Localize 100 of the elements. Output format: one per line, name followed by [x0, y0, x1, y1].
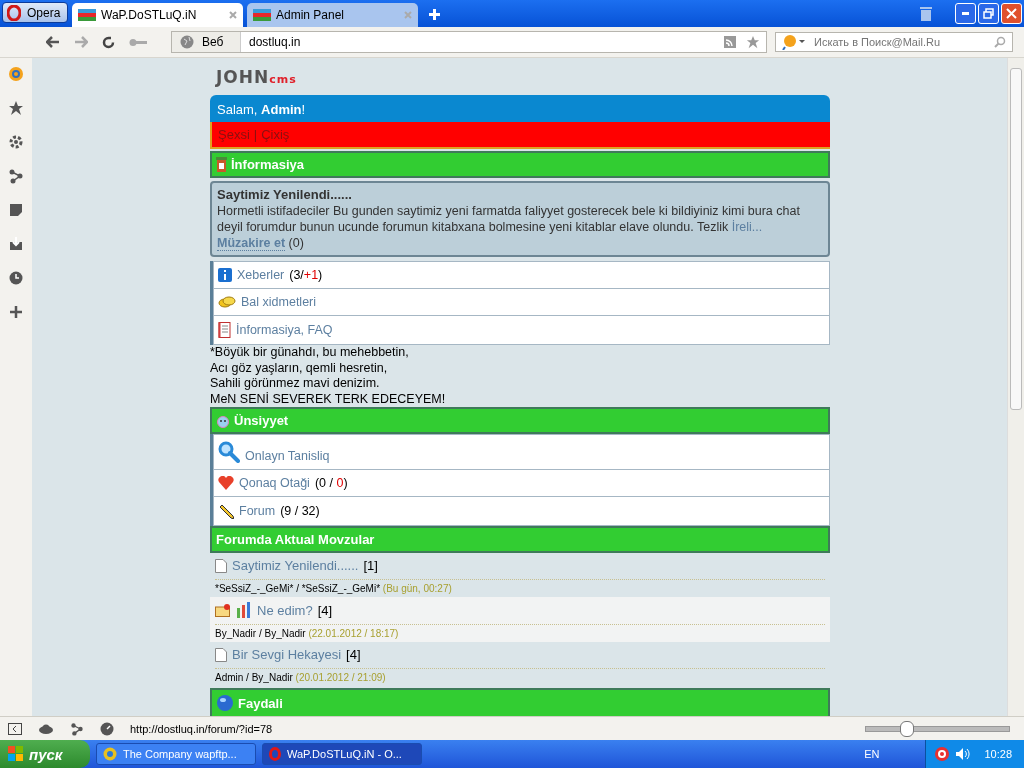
- topic-link[interactable]: Saytimiz Yenilendi......: [232, 558, 359, 573]
- count: (0 /: [314, 476, 334, 490]
- topic-authors: Admin / By_Nadir: [215, 672, 293, 683]
- topic-authors: By_Nadir / By_Nadir: [215, 628, 306, 639]
- comment-count: (0): [288, 236, 304, 250]
- browser-icon: [103, 747, 117, 761]
- topic-time: (20.01.2012 / 21:09): [295, 672, 386, 683]
- panel-icon[interactable]: [8, 722, 22, 735]
- pinned-icon: [215, 603, 231, 617]
- topic-time: (22.01.2012 / 18:17): [308, 628, 399, 639]
- more-link[interactable]: İreli...: [731, 220, 763, 234]
- clock-icon[interactable]: [8, 270, 24, 286]
- pencil-icon: [218, 503, 234, 519]
- address-field[interactable]: Веб dostluq.in: [171, 31, 767, 53]
- section-title: Forumda Aktual Movzular: [216, 532, 375, 547]
- section-title: Ünsiyyet: [234, 413, 289, 428]
- share-icon[interactable]: [8, 168, 24, 184]
- reply-count: [4]: [346, 647, 361, 662]
- mail-search-icon[interactable]: [782, 34, 806, 50]
- search-icon: [218, 441, 240, 463]
- close-button[interactable]: [1001, 3, 1022, 24]
- taskbar-button[interactable]: The Company wapftp...: [96, 743, 256, 765]
- browser-tab[interactable]: WaP.DoSTLuQ.iN: [72, 3, 243, 27]
- count: (9 / 32): [280, 504, 320, 518]
- document-icon: [215, 647, 227, 662]
- separator: |: [253, 127, 258, 142]
- topic-link[interactable]: Bir Sevgi Hekayesi: [232, 647, 342, 662]
- poem-line: MeN SENİ SEVEREK TERK EDECEYEM!: [210, 391, 447, 407]
- news-title: Saytimiz Yenilendi......: [217, 187, 352, 202]
- close-icon: [1006, 8, 1017, 19]
- count: (3/: [289, 268, 304, 282]
- poem-line: *Böyük bir günahdı, bu mehebbetin,: [210, 345, 410, 361]
- reply-count: [4]: [317, 602, 333, 618]
- reply-count: [1]: [363, 558, 378, 573]
- discuss-link[interactable]: Müzakire et: [217, 236, 286, 251]
- menu-link[interactable]: Bal xidmetleri: [241, 295, 317, 309]
- trash-icon[interactable]: [919, 5, 933, 22]
- news-text: Hormetli istifadeciler Bu gunden saytimiz yeni farmatda faliyyet gosterecek bele ki bildiyiniz kimi bura chat deyil forumdur bunun ucunde forumun kitabxana bolmesine yeni kitablar elave olundu. Tezlik İreli...: [217, 204, 800, 234]
- menu-link[interactable]: İnformasiya, FAQ: [236, 323, 333, 337]
- menu-link[interactable]: Forum: [239, 504, 276, 518]
- info-icon: [218, 268, 232, 282]
- count: ): [343, 476, 348, 490]
- section-title: Faydali: [238, 695, 283, 711]
- star-icon[interactable]: [746, 35, 760, 49]
- flag-icon: [78, 9, 96, 21]
- target-icon[interactable]: [934, 746, 951, 762]
- opera-menu-button[interactable]: Opera: [2, 2, 68, 23]
- language-indicator[interactable]: EN: [864, 748, 880, 760]
- poem-line: Sahili görünmez mavi denizim.: [210, 376, 381, 392]
- menu-item[interactable]: Bal xidmetleri: [213, 289, 830, 316]
- restore-button[interactable]: [978, 3, 999, 24]
- mail-icon[interactable]: [8, 66, 24, 82]
- speedometer-icon[interactable]: [100, 721, 114, 736]
- coins-icon: [218, 296, 236, 308]
- clock: 10:28: [984, 748, 1012, 760]
- globe-icon: [180, 35, 194, 49]
- menu-item[interactable]: Forum (9 / 32): [213, 497, 830, 526]
- browser-tab[interactable]: Admin Panel: [247, 3, 418, 27]
- taskbar-button[interactable]: WaP.DoSTLuQ.iN - O...: [262, 743, 422, 765]
- opera-logo-icon: [269, 747, 281, 761]
- rss-icon[interactable]: [724, 36, 736, 48]
- cloud-icon[interactable]: [38, 723, 54, 734]
- search-box[interactable]: Искать в Поиск@Mail.Ru: [775, 32, 1013, 52]
- smiley-icon: [216, 413, 230, 428]
- trash-can-icon: [216, 157, 227, 172]
- share-icon[interactable]: [70, 721, 84, 736]
- plus-icon[interactable]: [8, 304, 24, 320]
- menu-link[interactable]: Onlayn Tanisliq: [245, 449, 330, 463]
- windows-logo-icon: [8, 746, 24, 762]
- menu-item[interactable]: Qonaq Otaği (0 / 0): [213, 470, 830, 497]
- opera-logo-icon: [7, 4, 21, 21]
- profile-link[interactable]: Şexsi: [218, 127, 250, 142]
- star-icon[interactable]: [8, 100, 24, 116]
- back-icon[interactable]: [46, 36, 60, 48]
- reload-icon[interactable]: [102, 35, 115, 49]
- download-icon[interactable]: [8, 236, 24, 252]
- restore-icon: [983, 8, 994, 19]
- volume-icon[interactable]: [955, 747, 972, 761]
- note-icon[interactable]: [8, 202, 24, 218]
- settings-icon[interactable]: [8, 134, 24, 150]
- topic-time: (Bu gün, 00:27): [382, 583, 452, 594]
- globe-icon: [216, 694, 234, 712]
- menu-item[interactable]: Xeberler (3/+1): [213, 261, 830, 289]
- topic-row[interactable]: Ne edim? [4] By_Nadir / By_Nadir (22.01.2012 / 18:17): [210, 597, 830, 642]
- url-text: dostluq.in: [248, 35, 302, 49]
- start-button[interactable]: пуск: [0, 740, 90, 768]
- minimize-button[interactable]: [955, 3, 976, 24]
- menu-item[interactable]: İnformasiya, FAQ: [213, 316, 830, 345]
- menu-item[interactable]: Onlayn Tanisliq: [213, 434, 830, 470]
- topic-link[interactable]: Ne edim?: [257, 602, 313, 618]
- menu-link[interactable]: Qonaq Otaği: [239, 476, 310, 490]
- menu-link[interactable]: Xeberler: [237, 268, 285, 282]
- minimize-icon: [962, 12, 969, 15]
- count: ): [318, 268, 323, 282]
- logout-link[interactable]: Çixiş: [261, 127, 290, 142]
- scrollbar[interactable]: [1007, 58, 1024, 716]
- heart-icon: [218, 476, 234, 490]
- poem-line: Acı göz yaşların, qemli hesretin,: [210, 360, 389, 376]
- document-icon: [215, 558, 227, 573]
- logo: JOHNcms: [214, 67, 298, 89]
